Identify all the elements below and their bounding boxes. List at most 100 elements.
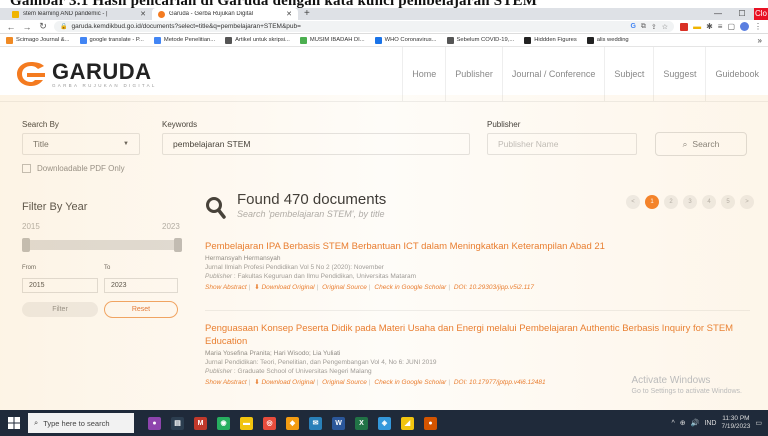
download-original-link[interactable]: Download Original — [261, 284, 314, 291]
nav-suggest[interactable]: Suggest — [653, 47, 705, 102]
forward-icon[interactable]: → — [22, 22, 32, 32]
download-original-link[interactable]: Download Original — [261, 379, 314, 386]
notification-icon[interactable]: ▭ — [755, 419, 762, 427]
bookmark-item[interactable]: Hiddden Figures — [524, 36, 577, 44]
result-journal[interactable]: Jurnal Pendidikan: Teori, Penelitian, da… — [205, 359, 750, 366]
star-icon[interactable]: ☆ — [662, 23, 668, 31]
network-icon[interactable]: ⊕ — [680, 419, 686, 427]
google-icon[interactable]: G — [630, 23, 635, 31]
nav-journal-conference[interactable]: Journal / Conference — [501, 47, 605, 102]
result-title[interactable]: Pembelajaran IPA Berbasis STEM Berbantua… — [205, 240, 750, 253]
page-prev[interactable]: < — [626, 195, 640, 209]
new-tab-button[interactable]: + — [298, 8, 316, 20]
page-4[interactable]: 4 — [702, 195, 716, 209]
page-1[interactable]: 1 — [645, 195, 659, 209]
tab-close-icon[interactable]: ✕ — [286, 10, 292, 18]
result-journal[interactable]: Jurnal Ilmiah Profesi Pendidikan Vol 5 N… — [205, 264, 750, 271]
from-input[interactable]: 2015 — [22, 278, 98, 293]
download-icon: ⬇ — [254, 284, 260, 291]
excel-icon[interactable]: X — [355, 416, 368, 430]
task-view-icon[interactable]: ▤ — [171, 416, 184, 430]
tab-close-icon[interactable]: ✕ — [140, 10, 146, 18]
maximize-button[interactable]: ☐ — [730, 8, 754, 20]
bookmark-item[interactable]: google translate - P... — [79, 36, 144, 44]
share-icon[interactable]: ⇪ — [651, 23, 657, 31]
menu-icon[interactable]: ⋮ — [754, 22, 762, 31]
app-icon[interactable]: M — [194, 416, 207, 430]
bookmark-item[interactable]: Artikel untuk skripsi... — [225, 36, 290, 44]
nav-home[interactable]: Home — [402, 47, 445, 102]
start-button[interactable] — [0, 410, 28, 436]
file-explorer-icon[interactable]: ▬ — [240, 416, 253, 430]
reset-button[interactable]: Reset — [104, 301, 178, 318]
slider-handle-start[interactable] — [22, 238, 30, 252]
extension-icon[interactable] — [680, 22, 689, 31]
publisher-label: Publisher — [205, 368, 233, 375]
bookmark-item[interactable]: MUSIM IBADAH DI... — [299, 36, 365, 44]
puzzle-icon[interactable]: ✱ — [706, 22, 713, 31]
volume-icon[interactable]: 🔊 — [691, 419, 700, 427]
checkbox-box[interactable] — [22, 164, 31, 173]
close-window-button[interactable]: Clo — [754, 8, 768, 20]
back-icon[interactable]: ← — [6, 22, 16, 32]
url-field[interactable]: 🔒 garuda.kemdikbud.go.id/documents?selec… — [54, 21, 675, 32]
to-input[interactable]: 2023 — [104, 278, 178, 293]
page-2[interactable]: 2 — [664, 195, 678, 209]
whatsapp-icon[interactable]: ◉ — [217, 416, 230, 430]
nav-subject[interactable]: Subject — [604, 47, 653, 102]
language-indicator[interactable]: IND — [704, 420, 716, 427]
publisher-input[interactable]: Publisher Name — [487, 133, 637, 155]
bookmark-item[interactable]: Sebelum COVID-19,... — [446, 36, 514, 44]
reading-list-icon[interactable]: ≡ — [718, 22, 723, 31]
nav-guidebook[interactable]: Guidebook — [705, 47, 768, 102]
google-scholar-link[interactable]: Check in Google Scholar — [374, 284, 446, 291]
reload-icon[interactable]: ↻ — [38, 21, 48, 32]
pdf-only-checkbox[interactable]: Downloadable PDF Only — [22, 164, 125, 173]
page-5[interactable]: 5 — [721, 195, 735, 209]
filter-button[interactable]: Filter — [22, 302, 98, 317]
tray-chevron-icon[interactable]: ^ — [672, 420, 675, 427]
app-icon[interactable]: ◈ — [378, 416, 391, 430]
nav-publisher[interactable]: Publisher — [445, 47, 502, 102]
clock[interactable]: 11:30 PM 7/19/2023 — [721, 415, 750, 431]
taskbar-search[interactable]: ⌕ Type here to search — [28, 413, 134, 433]
result-authors[interactable]: Hermansyah Hermansyah — [205, 255, 750, 262]
google-scholar-link[interactable]: Check in Google Scholar — [374, 379, 446, 386]
sidepanel-icon[interactable]: ▢ — [727, 22, 735, 31]
original-source-link[interactable]: Original Source — [322, 379, 367, 386]
word-icon[interactable]: W — [332, 416, 345, 430]
original-source-link[interactable]: Original Source — [322, 284, 367, 291]
bookmark-item[interactable]: Metode Penelitian... — [153, 36, 215, 44]
folder-icon[interactable]: ▬ — [693, 22, 701, 31]
translate-icon[interactable]: ⧉ — [641, 23, 646, 31]
page-next[interactable]: > — [740, 195, 754, 209]
bookmarks-more-icon[interactable]: » — [758, 36, 762, 45]
app-icon[interactable]: ◆ — [286, 416, 299, 430]
chrome-icon[interactable]: ◎ — [263, 416, 276, 430]
page-3[interactable]: 3 — [683, 195, 697, 209]
result-title[interactable]: Penguasaan Konsep Peserta Didik pada Mat… — [205, 322, 750, 348]
browser-tab-2[interactable]: Garuda - Gerba Rujukan Digital ✕ — [152, 8, 298, 20]
bookmark-item[interactable]: WHO Coronavirus... — [374, 36, 437, 44]
garuda-logo[interactable]: GARUDA GARBA RUJUKAN DIGITAL — [14, 59, 157, 89]
profile-avatar-icon[interactable] — [740, 22, 749, 31]
bookmark-item[interactable]: Scimago Journal &... — [6, 36, 70, 44]
search-button[interactable]: ⌕ Search — [655, 132, 747, 156]
doi-link[interactable]: DOI: 10.29303/jipp.v5i2.117 — [454, 284, 534, 291]
search-by-select[interactable]: Title ▼ — [22, 133, 140, 155]
browser-tab-1[interactable]: stem learning AND pandemic - | ✕ — [6, 8, 152, 20]
show-abstract-link[interactable]: Show Abstract — [205, 379, 247, 386]
mail-icon[interactable]: ✉ — [309, 416, 322, 430]
cortana-icon[interactable]: ● — [148, 416, 161, 430]
minimize-button[interactable]: — — [706, 8, 730, 20]
doi-link[interactable]: DOI: 10.17977/jptpp.v4i6.12481 — [454, 379, 546, 386]
app-icon[interactable]: ● — [424, 416, 437, 430]
bookmark-item[interactable]: alis wedding — [586, 36, 629, 44]
year-slider[interactable] — [22, 238, 182, 252]
slider-handle-end[interactable] — [174, 238, 182, 252]
show-abstract-link[interactable]: Show Abstract — [205, 284, 247, 291]
result-authors[interactable]: Maria Yosefina Pranita; Hari Wisodo; Lia… — [205, 350, 750, 357]
app-icon[interactable]: ◢ — [401, 416, 414, 430]
keywords-input[interactable]: pembelajaran STEM — [162, 133, 470, 155]
url-text[interactable]: garuda.kemdikbud.go.id/documents?select=… — [71, 23, 626, 30]
